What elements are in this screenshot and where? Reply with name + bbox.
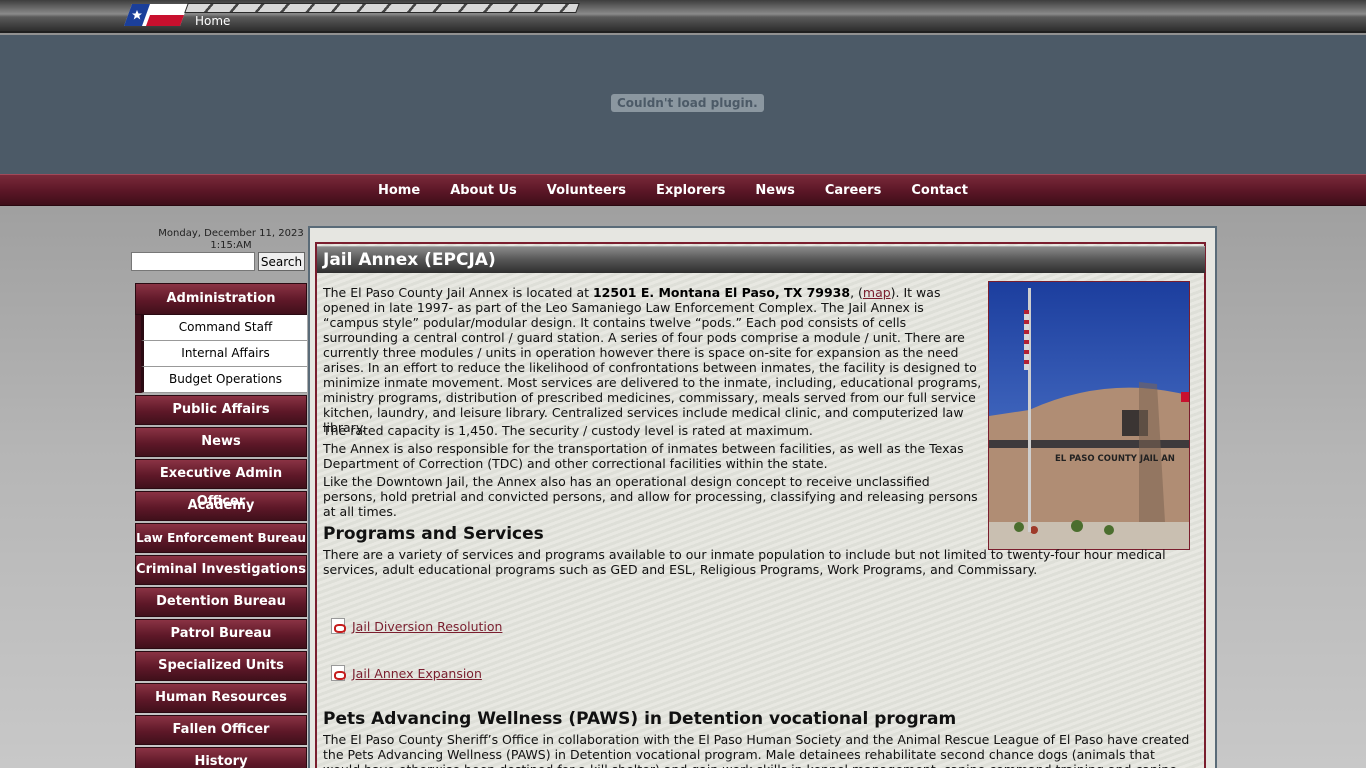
time-text: 1:15:AM: [210, 240, 252, 251]
jail-annex-photo: EL PASO COUNTY JAIL AN: [988, 281, 1190, 550]
intro-rest: ). It was opened in late 1997- as part o…: [323, 285, 982, 435]
intro-prefix: The El Paso County Jail Annex is located…: [323, 285, 593, 300]
sidebar-item-criminal-investigations[interactable]: Criminal Investigations: [135, 555, 307, 585]
sidebar-item-public-affairs[interactable]: Public Affairs: [135, 395, 307, 425]
programs-heading: Programs and Services: [323, 524, 544, 544]
nav-about-us[interactable]: About Us: [435, 175, 532, 207]
sidebar-item-executive-admin-officer[interactable]: Executive Admin Officer: [135, 459, 307, 509]
pdf-icon: [331, 665, 346, 681]
sidebar-submenu: Command Staff Internal Affairs Budget Op…: [135, 315, 307, 393]
header-decoration: [184, 3, 580, 13]
sidebar-subitem-command-staff[interactable]: Command Staff: [141, 315, 307, 341]
sidebar-item-patrol-bureau[interactable]: Patrol Bureau: [135, 619, 307, 649]
jail-annex-expansion-link[interactable]: Jail Annex Expansion: [352, 666, 482, 681]
top-bar: Home: [0, 0, 1366, 33]
paws-paragraph: The El Paso County Sheriff’s Office in c…: [323, 732, 1190, 768]
map-open: , (: [850, 285, 863, 300]
sidebar-item-human-resources[interactable]: Human Resources: [135, 683, 307, 713]
sidebar-item-history[interactable]: History: [135, 747, 307, 768]
plugin-error-message: Couldn't load plugin.: [611, 94, 764, 112]
page-title: Jail Annex (EPCJA): [323, 250, 496, 270]
nav-careers[interactable]: Careers: [810, 175, 897, 207]
main-nav: Home About Us Volunteers Explorers News …: [0, 174, 1366, 206]
top-home-link[interactable]: Home: [195, 14, 230, 28]
jail-diversion-resolution-link[interactable]: Jail Diversion Resolution: [352, 619, 502, 634]
map-link[interactable]: map: [863, 285, 891, 300]
operations-paragraph: Like the Downtown Jail, the Annex also h…: [323, 474, 978, 519]
pdf-link-row[interactable]: Jail Diversion Resolution: [331, 618, 502, 634]
nav-explorers[interactable]: Explorers: [641, 175, 740, 207]
photo-building-sign: EL PASO COUNTY JAIL AN: [1055, 454, 1175, 464]
transport-paragraph: The Annex is also responsible for the tr…: [323, 441, 964, 471]
search-button[interactable]: Search: [258, 252, 305, 271]
side-nav: Administration Command Staff Internal Af…: [135, 283, 307, 768]
nav-volunteers[interactable]: Volunteers: [532, 175, 641, 207]
intro-paragraph: The El Paso County Jail Annex is located…: [323, 285, 983, 435]
address: 12501 E. Montana El Paso, TX 79938: [592, 285, 851, 300]
paws-heading: Pets Advancing Wellness (PAWS) in Detent…: [323, 709, 957, 729]
programs-paragraph: There are a variety of services and prog…: [323, 547, 1166, 577]
sidebar-item-administration[interactable]: Administration: [135, 283, 307, 315]
sidebar-item-news[interactable]: News: [135, 427, 307, 457]
pdf-link-row[interactable]: Jail Annex Expansion: [331, 665, 482, 681]
sidebar-item-specialized-units[interactable]: Specialized Units: [135, 651, 307, 681]
sidebar-item-academy[interactable]: Academy: [135, 491, 307, 521]
nav-contact[interactable]: Contact: [896, 175, 983, 207]
texas-flag-icon: [124, 4, 188, 26]
sidebar-subitem-budget-operations[interactable]: Budget Operations: [141, 367, 307, 393]
search-input[interactable]: [131, 252, 255, 271]
date-display: Monday, December 11, 2023 1:15:AM: [130, 228, 332, 252]
sidebar-item-detention-bureau[interactable]: Detention Bureau: [135, 587, 307, 617]
plugin-area: Couldn't load plugin.: [0, 35, 1366, 174]
nav-home[interactable]: Home: [363, 175, 435, 207]
date-text: Monday, December 11, 2023: [158, 228, 304, 239]
pdf-icon: [331, 618, 346, 634]
capacity-paragraph: The rated capacity is 1,450. The securit…: [323, 423, 813, 438]
sidebar-item-fallen-officer[interactable]: Fallen Officer: [135, 715, 307, 745]
sidebar-item-law-enforcement-bureau[interactable]: Law Enforcement Bureau: [135, 523, 307, 553]
nav-news[interactable]: News: [740, 175, 809, 207]
sidebar-subitem-internal-affairs[interactable]: Internal Affairs: [141, 341, 307, 367]
